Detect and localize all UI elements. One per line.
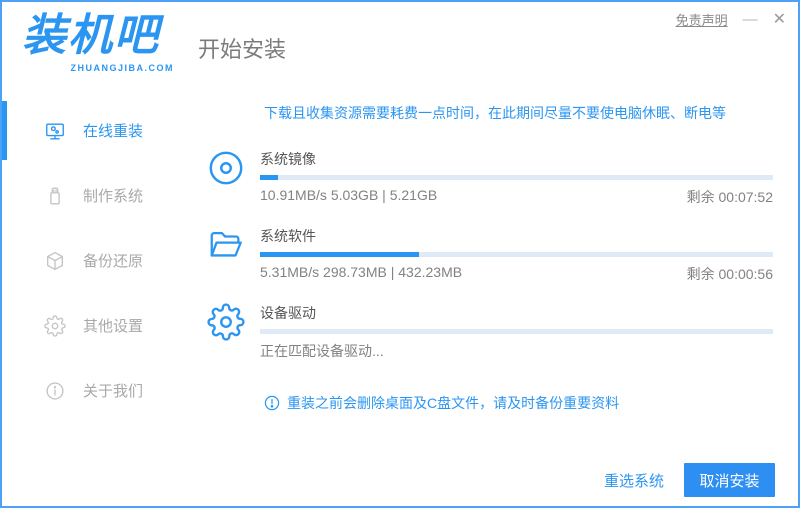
usb-drive-icon: [44, 185, 66, 207]
time-remaining: 剩余 00:07:52: [686, 189, 773, 205]
task-title: 系统镜像: [260, 151, 316, 167]
task-row: 系统镜像 10.91MB/s 5.03GB | 5.21GB 剩余 00:07:…: [207, 149, 773, 207]
task-row: 设备驱动 正在匹配设备驱动...: [207, 303, 773, 361]
settings-gear-icon: [44, 314, 66, 337]
warning-text: 下载且收集资源需要耗费一点时间，在此期间尽量不要使电脑休眠、断电等: [264, 105, 726, 121]
sidebar-item-about-us[interactable]: 关于我们: [2, 358, 192, 423]
task-list: 系统镜像 10.91MB/s 5.03GB | 5.21GB 剩余 00:07:…: [192, 149, 798, 361]
sidebar-item-online-reinstall[interactable]: 在线重装: [2, 98, 192, 163]
sidebar-item-label: 制作系统: [83, 188, 144, 205]
note-info-icon: [264, 395, 280, 411]
task-stats: 10.91MB/s 5.03GB | 5.21GB: [260, 187, 438, 203]
gear-icon: [207, 303, 245, 341]
footer-actions: 重选系统 取消安装: [604, 463, 775, 497]
backup-note: 重装之前会删除桌面及C盘文件，请及时备份重要资料: [264, 393, 619, 413]
time-remaining: 剩余 00:00:56: [686, 266, 773, 282]
disc-icon: [207, 149, 245, 187]
sidebar-item-backup-restore[interactable]: 备份还原: [2, 228, 192, 293]
task-stats: 正在匹配设备驱动...: [260, 343, 384, 359]
logo-text: 装机吧: [22, 11, 160, 60]
header: 装机吧 ZHUANGJIBA.COM 开始安装 免责声明 — ✕: [2, 2, 798, 88]
main-panel: 下载且收集资源需要耗费一点时间，在此期间尽量不要使电脑休眠、断电等 系统镜像 1…: [192, 88, 798, 506]
sidebar: 在线重装 制作系统 备份还原 其他设置 关于我们: [2, 88, 192, 506]
task-stats: 5.31MB/s 298.73MB | 432.23MB: [260, 264, 463, 280]
page-title: 开始安装: [198, 37, 287, 62]
logo-domain: ZHUANGJIBA.COM: [70, 63, 174, 73]
task-title: 系统软件: [260, 228, 316, 244]
sidebar-item-label: 关于我们: [83, 383, 144, 400]
task-row: 系统软件 5.31MB/s 298.73MB | 432.23MB 剩余 00:…: [207, 226, 773, 284]
minimize-button[interactable]: —: [743, 11, 758, 29]
progress-fill: [260, 252, 420, 257]
sidebar-item-label: 在线重装: [83, 123, 144, 140]
progress-bar: [260, 175, 773, 180]
task-title: 设备驱动: [260, 305, 316, 321]
titlebar-actions: 免责声明 — ✕: [676, 10, 786, 29]
sidebar-item-other-settings[interactable]: 其他设置: [2, 293, 192, 358]
progress-bar: [260, 252, 773, 257]
cancel-install-button[interactable]: 取消安装: [684, 463, 775, 497]
backup-restore-icon: [44, 250, 66, 272]
close-button[interactable]: ✕: [773, 11, 786, 29]
progress-fill: [260, 175, 278, 180]
backup-note-text: 重装之前会删除桌面及C盘文件，请及时备份重要资料: [287, 395, 620, 411]
monitor-reinstall-icon: [44, 120, 66, 142]
sidebar-item-label: 备份还原: [83, 253, 144, 270]
progress-bar: [260, 329, 773, 334]
reselect-system-button[interactable]: 重选系统: [604, 470, 664, 491]
disclaimer-link[interactable]: 免责声明: [676, 10, 728, 29]
app-logo: 装机吧 ZHUANGJIBA.COM: [22, 10, 174, 73]
sidebar-item-make-system[interactable]: 制作系统: [2, 163, 192, 228]
info-icon: [44, 380, 66, 402]
folder-icon: [207, 226, 245, 264]
app-window: 装机吧 ZHUANGJIBA.COM 开始安装 免责声明 — ✕ 在线重装 制作…: [0, 0, 800, 508]
sidebar-item-label: 其他设置: [83, 318, 144, 335]
